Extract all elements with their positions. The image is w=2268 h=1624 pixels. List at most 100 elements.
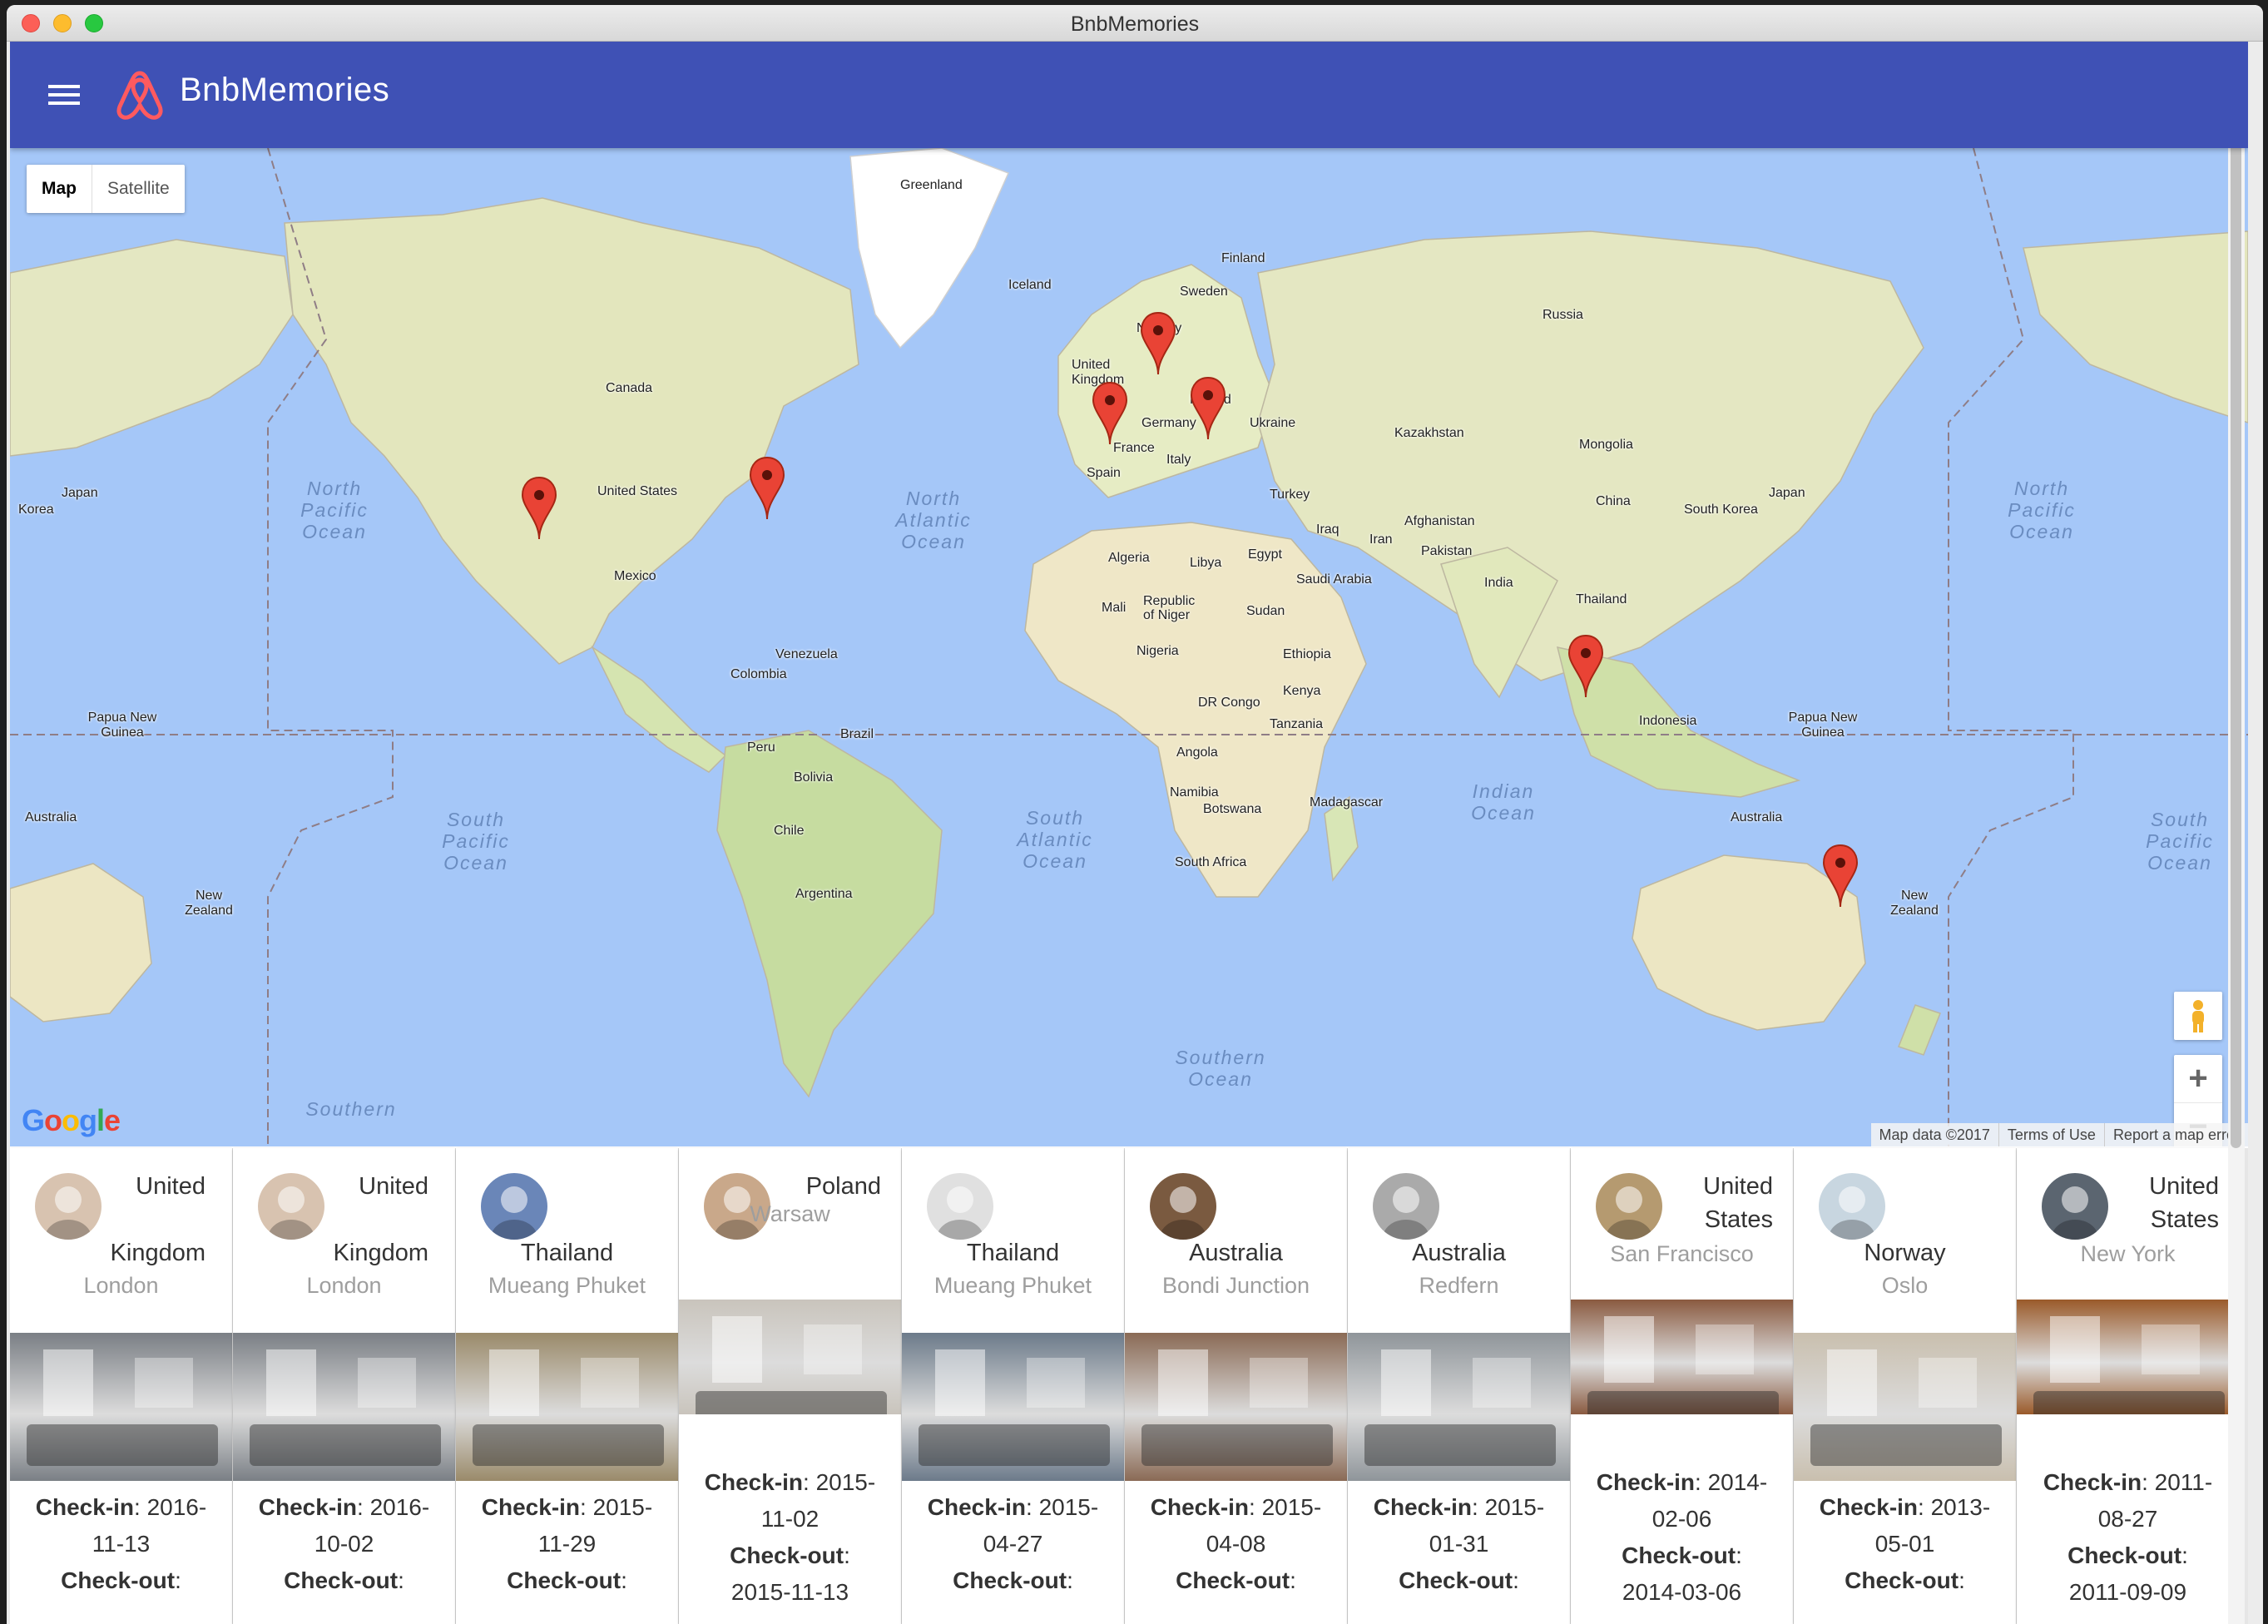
checkout-line: Check-out: [953,1567,1073,1593]
checkin-line: Check-in: 2015-11-29 [481,1494,653,1557]
card-country: United States [2149,1173,2219,1233]
map-label-mexico: Mexico [614,569,656,583]
map-label-colombia: Colombia [730,667,787,681]
listing-photo [902,1333,1124,1481]
memory-card[interactable]: United States San Francisco Check-in: 2014… [1571,1148,1793,1624]
map-label-argentina: Argentina [795,887,853,901]
card-stay-dates: Check-in: 2015-11-02 Check-out: 2015-11-13 [679,1464,901,1611]
map-marker-pin[interactable] [1190,376,1226,441]
checkin-line: Check-in: 2015-04-27 [927,1494,1099,1557]
host-avatar [1819,1173,1885,1240]
map-label-indonesia: Indonesia [1639,714,1697,728]
ocean-label-south-atlantic: South Atlantic Ocean [1017,807,1093,872]
street-view-pegman-icon[interactable] [2174,992,2222,1040]
card-country: United States [1703,1173,1773,1233]
listing-photo [1571,1300,1793,1414]
memory-card[interactable]: Australia Redfern Check-in: 2015-01-31 Chec… [1348,1148,1570,1624]
host-avatar [481,1173,547,1240]
map-label-nz-left: New Zealand [185,889,233,918]
map-label-australia-left: Australia [25,810,77,824]
memory-card[interactable]: United Kingdom London Check-in: 2016-10-02… [233,1148,455,1624]
host-avatar [1150,1173,1216,1240]
scrollbar-thumb[interactable] [2231,83,2241,1148]
card-country: United Kingdom [110,1173,206,1266]
map-label-ukraine: Ukraine [1250,416,1296,430]
map-label-pakistan: Pakistan [1421,544,1473,558]
world-map[interactable]: Map Satellite Greenland Iceland Finland … [10,148,2248,1146]
map-data-attribution[interactable]: Map data ©2017 [1871,1123,1998,1146]
vertical-scrollbar[interactable] [2228,83,2245,1624]
checkout-date: 2011-09-09 [2068,1579,2187,1605]
listing-photo [2017,1300,2239,1414]
map-label-spain: Spain [1087,466,1121,480]
card-stay-dates: Check-in: 2015-01-31 Check-out: [1348,1489,1570,1599]
host-avatar [35,1173,102,1240]
host-avatar [927,1173,993,1240]
map-label-mongolia: Mongolia [1579,438,1633,452]
ocean-label-southern: Southern Ocean [1175,1047,1266,1090]
map-attribution: Map data ©2017 Terms of Use Report a map… [1870,1123,2248,1146]
listing-photo [456,1333,678,1481]
map-label-china: China [1596,494,1631,508]
map-label-india: India [1484,576,1513,590]
checkout-line: Check-out: [730,1542,850,1568]
map-label-turkey: Turkey [1270,488,1310,502]
map-marker-pin[interactable] [1567,634,1604,699]
app-bar: BnbMemories [10,42,2248,148]
ocean-label-north-pacific-right: North Pacific Ocean [2008,478,2076,542]
map-type-control: Map Satellite [27,165,185,213]
card-stay-dates: Check-in: 2013-05-01 Check-out: [1794,1489,2016,1599]
memory-card[interactable]: Thailand Mueang Phuket Check-in: 2015-04-2… [902,1148,1124,1624]
memory-card[interactable]: Thailand Mueang Phuket Check-in: 2015-11-2… [456,1148,678,1624]
card-country: Poland [805,1173,881,1200]
map-marker-pin[interactable] [1140,311,1176,376]
map-label-tanzania: Tanzania [1270,717,1324,731]
map-type-satellite-button[interactable]: Satellite [92,165,185,213]
listing-photo [233,1333,455,1481]
ocean-label-south-pacific-right: South Pacific Ocean [2146,809,2214,874]
map-label-italy: Italy [1166,453,1191,467]
checkin-line: Check-in: 2015-11-02 [704,1469,876,1532]
checkin-line: Check-in: 2016-10-02 [258,1494,430,1557]
google-logo[interactable]: Google [22,1103,121,1138]
checkout-date: 2014-03-06 [1622,1579,1742,1605]
ocean-label-north-atlantic: North Atlantic Ocean [895,488,972,552]
ocean-label-north-pacific-left: North Pacific Ocean [300,478,369,542]
map-marker-pin[interactable] [749,456,785,521]
memory-card[interactable]: United States New York Check-in: 2011-08-2… [2017,1148,2239,1624]
map-marker-pin[interactable] [521,476,557,541]
terms-of-use-link[interactable]: Terms of Use [1998,1123,2104,1146]
card-stay-dates: Check-in: 2016-10-02 Check-out: [233,1489,455,1599]
checkout-line: Check-out: [1176,1567,1296,1593]
listing-photo [10,1333,232,1481]
menu-icon[interactable] [40,75,90,115]
memory-card[interactable]: United Kingdom London Check-in: 2016-11-13… [10,1148,232,1624]
checkout-line: Check-out: [2067,1542,2188,1568]
report-map-error-link[interactable]: Report a map error [2103,1123,2248,1146]
map-marker-pin[interactable] [1822,844,1859,909]
map-label-egypt: Egypt [1248,547,1282,562]
card-city: New York [2080,1241,2176,1266]
map-label-nz-right: New Zealand [1890,889,1939,918]
map-label-kazakhstan: Kazakhstan [1394,426,1464,440]
card-country: Norway [1864,1240,1946,1266]
zoom-in-button[interactable]: + [2174,1055,2222,1103]
ocean-label-southern-left: Southern [305,1098,397,1120]
map-label-thailand: Thailand [1576,592,1627,607]
card-country: United Kingdom [333,1173,428,1266]
memory-card[interactable]: Poland Warsaw Check-in: 2015-11-02 Check-ou… [679,1148,901,1624]
ocean-label-indian: Indian Ocean [1471,780,1536,824]
map-type-map-button[interactable]: Map [27,165,92,213]
map-label-brazil: Brazil [840,727,874,741]
map-marker-pin[interactable] [1092,381,1128,446]
card-city: London [306,1273,382,1298]
memory-card[interactable]: Australia Bondi Junction Check-in: 2015-04… [1125,1148,1347,1624]
map-label-chile: Chile [774,824,805,838]
memory-card[interactable]: Norway Oslo Check-in: 2013-05-01 Check-out: [1794,1148,2016,1624]
listing-photo [1125,1333,1347,1481]
map-label-peru: Peru [747,740,775,755]
listing-photo [1348,1333,1570,1481]
card-city: Warsaw [750,1201,830,1226]
map-label-united-states: United States [597,484,678,498]
card-city: Mueang Phuket [488,1273,646,1298]
